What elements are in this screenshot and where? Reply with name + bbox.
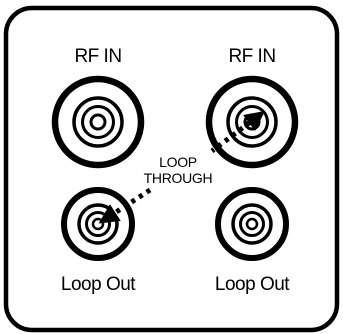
loop-through-label-line2: THROUGH (144, 170, 213, 186)
rf-in-left-label: RF IN (74, 46, 121, 67)
loop-out-right-label: Loop Out (215, 274, 290, 295)
rf-in-right-label: RF IN (228, 46, 275, 67)
rf-in-right-connector (205, 75, 299, 169)
loop-out-left-label: Loop Out (61, 274, 136, 295)
loop-out-right-connector (215, 187, 289, 261)
rf-in-left-connector (51, 75, 145, 169)
connector-panel-diagram: RF IN RF IN Loop Out Loop Out LOOP THROU… (3, 5, 340, 333)
loop-out-left-connector (61, 187, 135, 261)
loop-through-label-line1: LOOP (159, 154, 197, 170)
